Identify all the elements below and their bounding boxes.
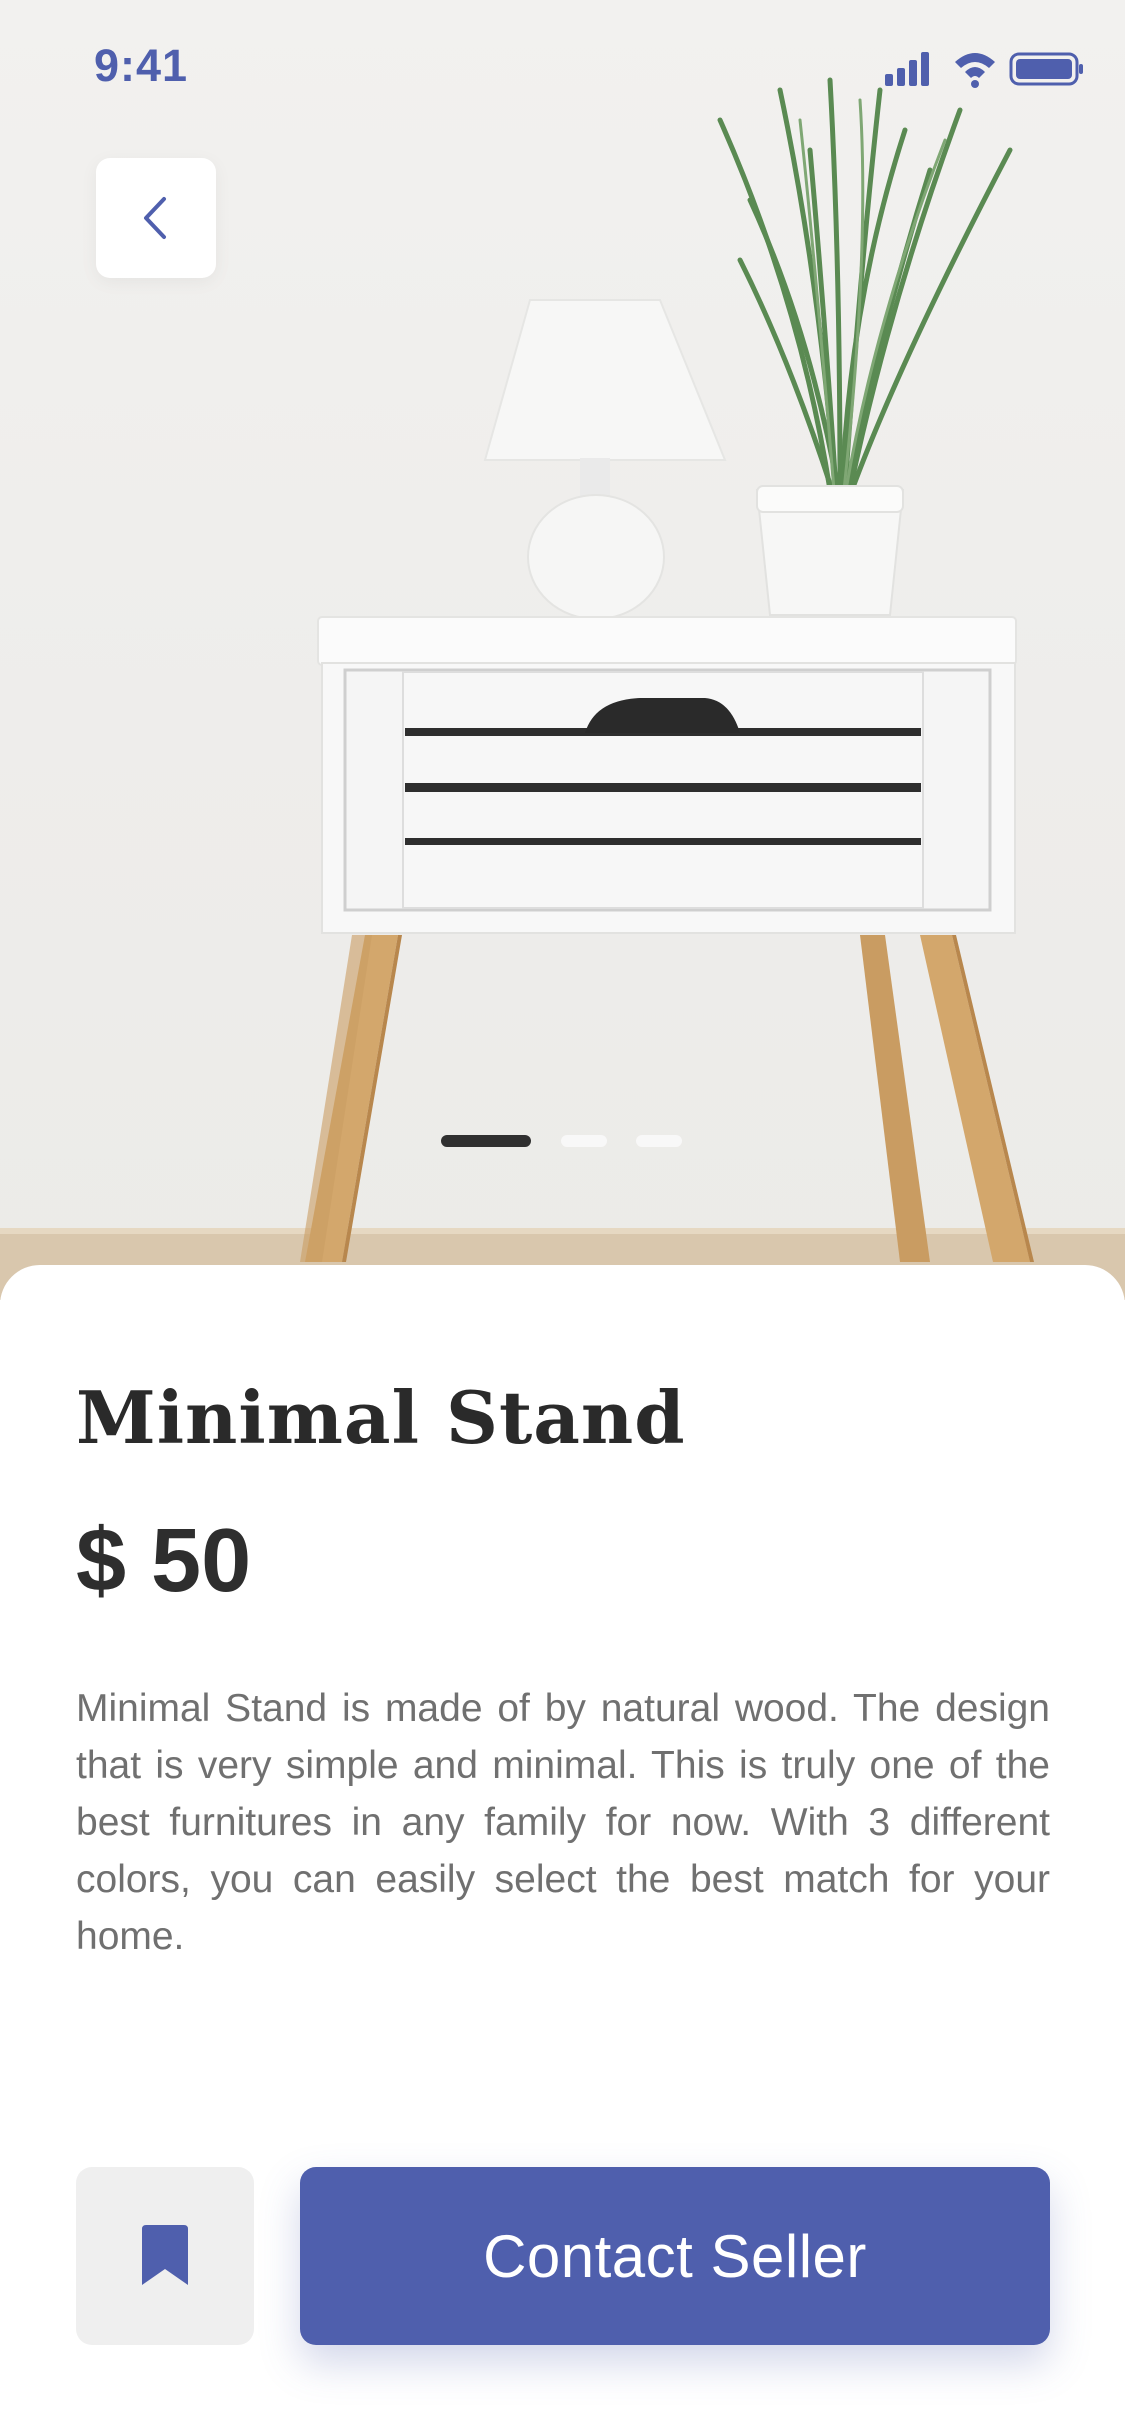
carousel-dot-active[interactable] — [441, 1135, 531, 1147]
wifi-icon — [955, 53, 995, 88]
carousel-dot[interactable] — [636, 1135, 682, 1147]
product-title: Minimal Stand — [76, 1375, 686, 1460]
carousel-dot[interactable] — [561, 1135, 607, 1147]
bookmark-icon — [142, 2225, 188, 2285]
back-button[interactable] — [96, 158, 216, 278]
signal-icon — [885, 52, 929, 86]
product-description: Minimal Stand is made of by natural wood… — [76, 1687, 1050, 1958]
status-icons — [885, 48, 1085, 95]
product-image-carousel[interactable]: 9:41 — [0, 0, 1125, 1300]
chevron-left-icon — [144, 197, 166, 239]
contact-seller-button[interactable]: Contact Seller — [300, 2167, 1050, 2345]
carousel-indicator — [0, 1135, 1125, 1149]
bookmark-button[interactable] — [76, 2167, 254, 2345]
battery-icon — [1009, 52, 1083, 86]
product-price: $ 50 — [76, 1511, 252, 1611]
status-time: 9:41 — [94, 40, 189, 91]
